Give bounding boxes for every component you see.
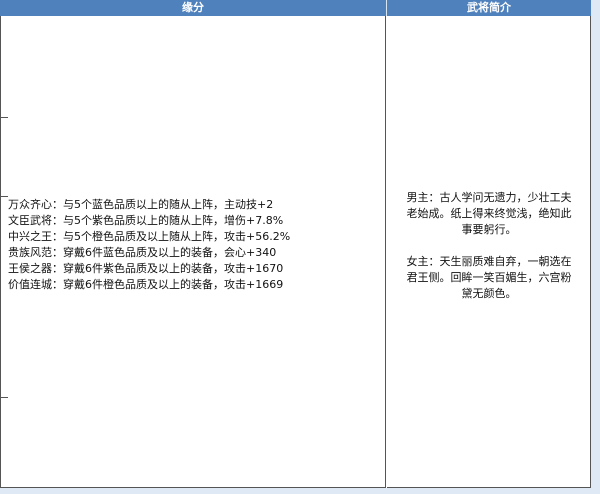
intro-female-line: 君王侧。回眸一笑百媚生，六宫粉: [406, 271, 572, 284]
intro-female-line: 黛无颜色。: [461, 287, 517, 300]
intro-male-line: 事要躬行。: [461, 223, 517, 236]
bonds-list: 万众齐心：与5个蓝色品质以上的随从上阵，主动技+2 文臣武将：与5个紫色品质以上…: [8, 197, 384, 293]
bond-item: 万众齐心：与5个蓝色品质以上的随从上阵，主动技+2: [8, 198, 274, 211]
sheet-bottom-strip: [0, 488, 600, 494]
intro-male-line: 男主：古人学问无遗力，少壮工夫: [406, 191, 572, 204]
sheet-edge-strip: [591, 0, 600, 494]
header-intro[interactable]: 武将简介: [387, 0, 591, 16]
header-bonds[interactable]: 缘分: [0, 0, 386, 16]
spreadsheet-view: 缘分 武将简介 万众齐心：与5个蓝色品质以上的随从上阵，主动技+2 文臣武将：与…: [0, 0, 600, 494]
intro-male-line: 老始成。纸上得来终觉浅，绝知此: [406, 207, 572, 220]
bond-item: 贵族风范：穿戴6件蓝色品质及以上的装备，会心+340: [8, 246, 277, 259]
hero-intro: 男主：古人学问无遗力，少壮工夫 老始成。纸上得来终觉浅，绝知此 事要躬行。 女主…: [390, 190, 588, 302]
bond-item: 中兴之王：与5个橙色品质及以上随从上阵，攻击+56.2%: [8, 230, 291, 243]
bond-item: 价值连城：穿戴6件橙色品质及以上的装备，攻击+1669: [8, 278, 284, 291]
bond-item: 文臣武将：与5个紫色品质以上的随从上阵，增伤+7.8%: [8, 214, 284, 227]
bond-item: 王侯之器：穿戴6件紫色品质及以上的装备，攻击+1670: [8, 262, 284, 275]
intro-female-line: 女主：天生丽质难自弃，一朝选在: [406, 255, 572, 268]
